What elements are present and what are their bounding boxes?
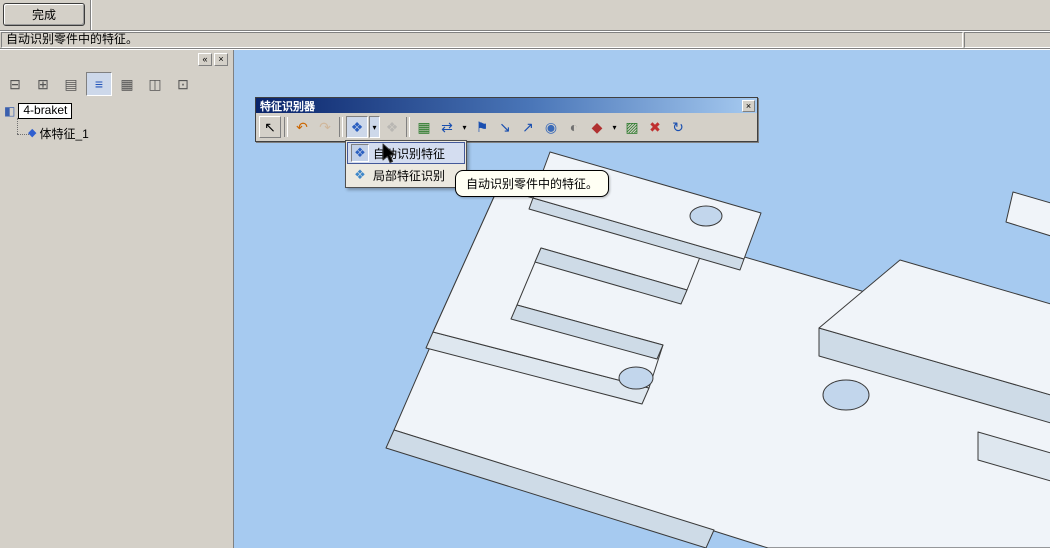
recognizer-close-icon[interactable]: × xyxy=(742,99,755,112)
tree-item-part[interactable]: 4-braket xyxy=(18,102,73,119)
done-button[interactable]: 完成 xyxy=(3,3,85,26)
swap-direction-button[interactable]: ⇄ xyxy=(436,116,458,138)
menu-item-local-recognize[interactable]: ❖ 局部特征识别 xyxy=(347,164,465,186)
step-up-button[interactable]: ↗ xyxy=(517,116,539,138)
tree-item-body-feature[interactable]: 体特征_1 xyxy=(39,125,88,142)
globe-view-button[interactable]: ◉ xyxy=(540,116,562,138)
flag-feature-button[interactable]: ⚑ xyxy=(471,116,493,138)
recognize-dropdown-menu: ❖ 自动识别特征 ❖ 局部特征识别 xyxy=(345,140,467,188)
recognizer-titlebar[interactable]: 特征识别器 × xyxy=(256,98,757,113)
grid-options-button[interactable]: ▨ xyxy=(621,116,643,138)
application-window: 完成 自动识别零件中的特征。 « × ⊟ ⊞ ▤ ≡ ▦ ◫ ⊡ ◧ 4-bra… xyxy=(0,0,1050,548)
paint-features-button[interactable]: ◆ xyxy=(586,116,608,138)
step-forward-button[interactable]: ↘ xyxy=(494,116,516,138)
plate-hole-small xyxy=(618,366,654,390)
auto-recognize-caret-icon[interactable]: ▾ xyxy=(369,116,380,138)
select-tool-button[interactable]: ↖ xyxy=(259,116,281,138)
display-pane-icon[interactable]: ⊞ xyxy=(30,72,56,96)
corner-tab-face xyxy=(1005,191,1050,237)
hierarchy-icon[interactable]: ⊡ xyxy=(170,72,196,96)
shaded-view-button[interactable]: ◐ xyxy=(563,116,585,138)
layers-display-icon[interactable]: ≡ xyxy=(86,72,112,96)
toolbar-separator xyxy=(406,117,410,137)
auto-recognize-button[interactable]: ❖ xyxy=(346,116,368,138)
panel-header: « × xyxy=(198,53,228,66)
recognize-disabled-button[interactable]: ❖ xyxy=(381,116,403,138)
feature-tree-icon[interactable]: ⊟ xyxy=(2,72,28,96)
delete-feature-button[interactable]: ✖ xyxy=(644,116,666,138)
panel-close-button[interactable]: × xyxy=(214,53,228,66)
part-icon: ◧ xyxy=(4,103,16,118)
refresh-button[interactable]: ↻ xyxy=(667,116,689,138)
feature-manager-panel: « × ⊟ ⊞ ▤ ≡ ▦ ◫ ⊡ ◧ 4-braket ◆ 体特征_1 xyxy=(0,50,231,548)
status-secondary xyxy=(964,32,1050,48)
status-message: 自动识别零件中的特征。 xyxy=(1,32,963,48)
top-toolbar: 完成 xyxy=(0,0,1050,31)
toolbar-divider xyxy=(90,0,92,30)
feature-recognizer-toolbar: 特征识别器 × ↖ ↶ ↷ ❖ ▾ ❖ ▦ ⇄ ▾ ⚑ ↘ ↗ ◉ ◐ ◆ ▾ … xyxy=(255,97,758,142)
panel-toolbar: ⊟ ⊞ ▤ ≡ ▦ ◫ ⊡ xyxy=(2,72,196,96)
grid-display-icon[interactable]: ▦ xyxy=(114,72,140,96)
swap-direction-caret-icon[interactable]: ▾ xyxy=(459,116,470,138)
tree-connector xyxy=(17,134,29,135)
mouse-cursor-icon xyxy=(382,143,396,164)
recognizer-toolbar-row: ↖ ↶ ↷ ❖ ▾ ❖ ▦ ⇄ ▾ ⚑ ↘ ↗ ◉ ◐ ◆ ▾ ▨ ✖ ↻ xyxy=(256,113,757,141)
tooltip: 自动识别零件中的特征。 xyxy=(455,170,610,197)
tree-row-root[interactable]: ◧ 4-braket xyxy=(4,102,224,119)
tree-connector xyxy=(17,118,18,134)
tab-hole xyxy=(689,205,723,227)
toolbar-separator xyxy=(339,117,343,137)
redo-button[interactable]: ↷ xyxy=(314,116,336,138)
camera-views-icon[interactable]: ◫ xyxy=(142,72,168,96)
paint-features-caret-icon[interactable]: ▾ xyxy=(609,116,620,138)
recognizer-title: 特征识别器 xyxy=(260,100,315,113)
undo-button[interactable]: ↶ xyxy=(291,116,313,138)
menu-item-auto-recognize[interactable]: ❖ 自动识别特征 xyxy=(347,142,465,164)
feature-map-button[interactable]: ▦ xyxy=(413,116,435,138)
section-view-icon[interactable]: ▤ xyxy=(58,72,84,96)
feature-tree: ◧ 4-braket ◆ 体特征_1 xyxy=(4,102,224,142)
menu-item-label: 局部特征识别 xyxy=(373,168,446,183)
panel-collapse-button[interactable]: « xyxy=(198,53,212,66)
content-separator xyxy=(0,48,1050,49)
toolbar-separator xyxy=(284,117,288,137)
body-feature-icon: ◆ xyxy=(28,127,37,139)
plate-hole-large xyxy=(822,379,870,411)
local-recognize-icon: ❖ xyxy=(354,167,366,182)
auto-recognize-icon: ❖ xyxy=(351,144,369,162)
tree-row-body-feature[interactable]: ◆ 体特征_1 xyxy=(28,125,224,142)
